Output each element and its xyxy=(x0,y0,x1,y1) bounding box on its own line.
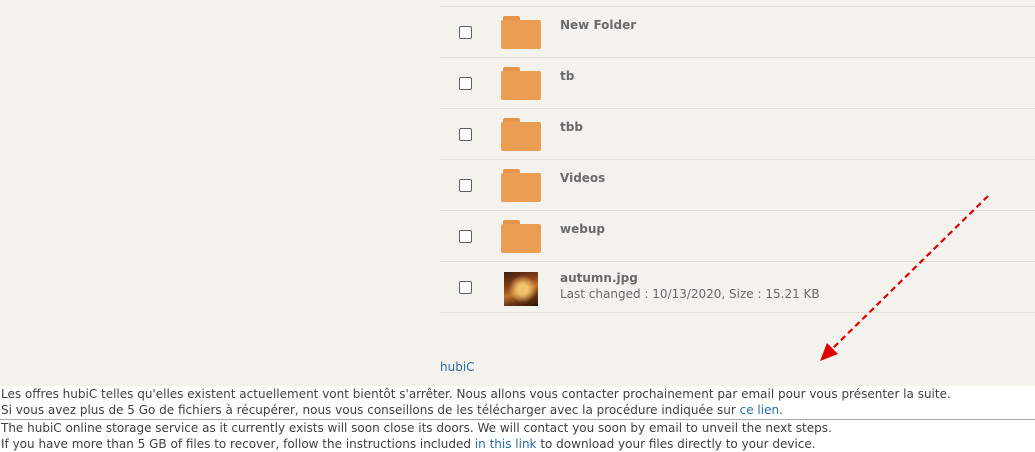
notice-en-line2-end: to download your files directly to your … xyxy=(536,437,816,451)
notice-en-line2-text: If you have more than 5 GB of files to r… xyxy=(1,437,475,451)
notice-fr-line2: Si vous avez plus de 5 Go de fichiers à … xyxy=(1,402,1035,418)
red-arrow-annotation xyxy=(820,195,989,361)
arrow-shaft xyxy=(831,195,989,350)
notice-fr-line2-text: Si vous avez plus de 5 Go de fichiers à … xyxy=(1,403,740,417)
notice-fr-line2-end: . xyxy=(779,403,783,417)
notice-english: The hubiC online storage service as it c… xyxy=(0,420,1035,452)
service-notice: Les offres hubiC telles qu'elles existen… xyxy=(0,386,1035,452)
notice-french: Les offres hubiC telles qu'elles existen… xyxy=(0,386,1035,418)
notice-en-line1: The hubiC online storage service as it c… xyxy=(1,421,832,435)
notice-fr-link[interactable]: ce lien xyxy=(740,403,779,417)
file-browser-panel: New Folder tb tbb Videos webup autumn.jp… xyxy=(0,0,1035,386)
notice-en-link[interactable]: in this link xyxy=(475,437,537,451)
notice-fr-line1: Les offres hubiC telles qu'elles existen… xyxy=(1,387,951,401)
